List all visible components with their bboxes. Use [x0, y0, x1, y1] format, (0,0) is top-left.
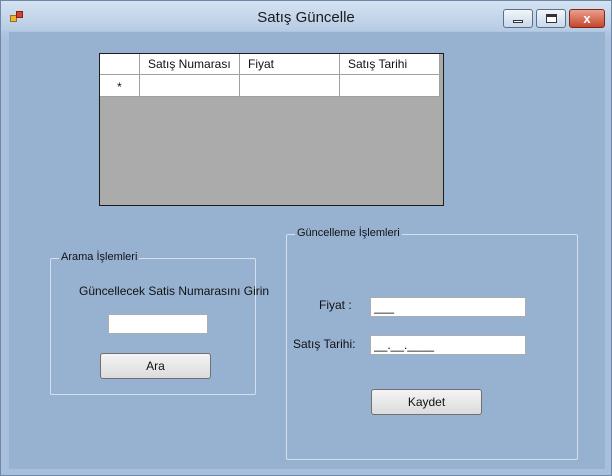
price-input[interactable] — [370, 297, 526, 317]
update-groupbox-legend: Güncelleme İşlemleri — [295, 227, 402, 239]
column-header-sale-date[interactable]: Satış Tarihi — [340, 54, 440, 75]
minimize-icon — [513, 20, 523, 23]
maximize-icon — [545, 14, 557, 23]
maximize-button[interactable] — [536, 9, 566, 28]
new-row-cell-sale-date[interactable] — [340, 75, 440, 97]
new-row-cell-sale-number[interactable] — [140, 75, 240, 97]
grid-header-row: Satış Numarası Fiyat Satış Tarihi — [100, 54, 440, 75]
main-window: Satış Güncelle x Satış Numarası Fiyat Sa… — [0, 0, 612, 476]
minimize-button[interactable] — [503, 9, 533, 28]
close-button[interactable]: x — [569, 9, 605, 28]
grid-corner-header[interactable] — [100, 54, 140, 75]
price-label: Fiyat : — [319, 298, 352, 312]
column-header-sale-number[interactable]: Satış Numarası — [140, 54, 240, 75]
new-row-cell-price[interactable] — [240, 75, 340, 97]
new-row-marker[interactable]: * — [100, 75, 140, 97]
title-bar[interactable]: Satış Güncelle x — [1, 1, 611, 31]
column-header-price[interactable]: Fiyat — [240, 54, 340, 75]
client-area: Satış Numarası Fiyat Satış Tarihi * Aram… — [9, 32, 605, 469]
search-button[interactable]: Ara — [100, 353, 211, 379]
sales-data-grid[interactable]: Satış Numarası Fiyat Satış Tarihi * — [99, 53, 444, 206]
close-icon: x — [583, 11, 591, 26]
sale-number-input[interactable] — [108, 314, 208, 334]
search-groupbox: Arama İşlemleri Güncellecek Satis Numara… — [50, 251, 269, 395]
save-button[interactable]: Kaydet — [371, 389, 482, 415]
search-groupbox-legend: Arama İşlemleri — [59, 251, 140, 263]
sale-date-label: Satış Tarihi: — [293, 337, 356, 351]
grid-new-row[interactable]: * — [100, 75, 440, 97]
sale-date-masked-input[interactable] — [370, 335, 526, 355]
update-groupbox: Güncelleme İşlemleri Fiyat : Satış Tarih… — [286, 227, 578, 460]
search-prompt-label: Güncellecek Satis Numarasını Girin — [79, 284, 270, 298]
